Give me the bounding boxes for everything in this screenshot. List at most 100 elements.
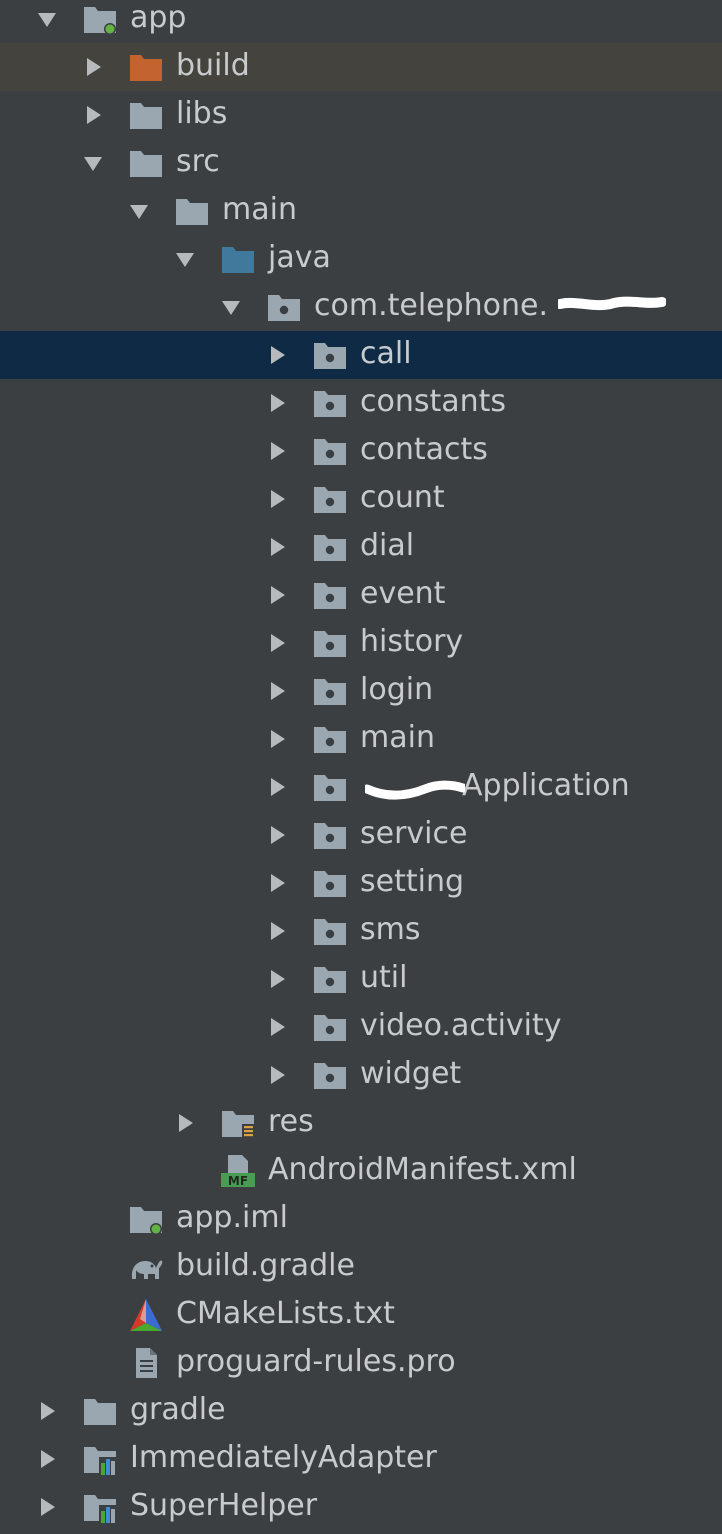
tree-node-proguard-rules-pro[interactable]: proguard-rules.pro [0,1339,722,1387]
text-file-icon [128,1345,164,1381]
folder-icon [174,193,210,229]
tree-node-sms[interactable]: sms [0,907,722,955]
tree-node-label: event [360,576,446,611]
tree-node-java[interactable]: java [0,235,722,283]
tree-node-label: sms [360,912,421,947]
tree-node-app[interactable]: app [0,0,722,43]
tree-node-count[interactable]: count [0,475,722,523]
tree-node-label: com.telephone. [314,288,549,323]
tree-node-label: res [268,1104,314,1139]
tree-node-video-activity[interactable]: video.activity [0,1003,722,1051]
tree-node-label: video.activity [360,1008,562,1043]
package-icon [312,529,348,565]
collapsed-arrow-icon[interactable] [264,486,290,512]
tree-node-label: call [360,336,412,371]
tree-node-label: main [222,192,297,227]
collapsed-arrow-icon[interactable] [264,630,290,656]
collapsed-arrow-icon[interactable] [34,1494,60,1520]
folder-icon [128,97,164,133]
tree-node-res[interactable]: res [0,1099,722,1147]
collapsed-arrow-icon[interactable] [264,726,290,752]
redaction-scribble [555,291,667,321]
collapsed-arrow-icon[interactable] [34,1446,60,1472]
tree-node-login[interactable]: login [0,667,722,715]
tree-node-widget[interactable]: widget [0,1051,722,1099]
tree-node-build[interactable]: build [0,43,722,91]
tree-node-label: src [176,144,220,179]
collapsed-arrow-icon[interactable] [264,774,290,800]
tree-node-androidmanifest-xml[interactable]: MF AndroidManifest.xml [0,1147,722,1195]
tree-node-label: dial [360,528,415,563]
collapsed-arrow-icon[interactable] [80,102,106,128]
folder-icon [82,1393,118,1429]
expanded-arrow-icon[interactable] [80,150,106,176]
tree-node-label: SuperHelper [130,1488,318,1523]
tree-node-label: AndroidManifest.xml [268,1152,577,1187]
tree-node-build-gradle[interactable]: build.gradle [0,1243,722,1291]
tree-node-label: proguard-rules.pro [176,1344,456,1379]
collapsed-arrow-icon[interactable] [264,1062,290,1088]
collapsed-arrow-icon[interactable] [264,822,290,848]
tree-node-event[interactable]: event [0,571,722,619]
tree-node-com-telephone[interactable]: com.telephone. [0,283,722,331]
collapsed-arrow-icon[interactable] [264,966,290,992]
collapsed-arrow-icon[interactable] [264,870,290,896]
package-icon [312,817,348,853]
collapsed-arrow-icon[interactable] [264,342,290,368]
collapsed-arrow-icon[interactable] [264,1014,290,1040]
tree-node-util[interactable]: util [0,955,722,1003]
folder-icon [128,145,164,181]
library-module-icon [82,1441,118,1477]
collapsed-arrow-icon[interactable] [264,582,290,608]
collapsed-arrow-icon[interactable] [264,678,290,704]
collapsed-arrow-icon[interactable] [264,438,290,464]
tree-node-libs[interactable]: libs [0,91,722,139]
tree-node-application[interactable]: Application [0,763,722,811]
tree-node-dial[interactable]: dial [0,523,722,571]
collapsed-arrow-icon[interactable] [172,1110,198,1136]
resource-folder-icon [220,1105,256,1141]
tree-node-setting[interactable]: setting [0,859,722,907]
tree-node-label: login [360,672,434,707]
package-icon [312,913,348,949]
package-icon [312,865,348,901]
tree-node-gradle[interactable]: gradle [0,1387,722,1435]
collapsed-arrow-icon[interactable] [264,534,290,560]
expanded-arrow-icon[interactable] [172,246,198,272]
expanded-arrow-icon[interactable] [34,6,60,32]
collapsed-arrow-icon[interactable] [264,390,290,416]
excluded-folder-icon [128,49,164,85]
cmake-icon [128,1297,164,1333]
tree-node-app-iml[interactable]: app.iml [0,1195,722,1243]
tree-node-src[interactable]: src [0,139,722,187]
tree-node-immediatelyadapter[interactable]: ImmediatelyAdapter [0,1435,722,1483]
tree-node-history[interactable]: history [0,619,722,667]
tree-node-service[interactable]: service [0,811,722,859]
tree-node-label: util [360,960,408,995]
tree-node-contacts[interactable]: contacts [0,427,722,475]
collapsed-arrow-icon[interactable] [80,54,106,80]
source-folder-icon [220,241,256,277]
collapsed-arrow-icon[interactable] [34,1398,60,1424]
tree-node-label: build.gradle [176,1248,355,1283]
tree-node-label: build [176,48,250,83]
library-module-icon [82,1489,118,1525]
package-icon [312,577,348,613]
package-icon [312,625,348,661]
tree-node-call[interactable]: call [0,331,722,379]
tree-node-main[interactable]: main [0,187,722,235]
collapsed-arrow-icon[interactable] [264,918,290,944]
tree-node-main[interactable]: main [0,715,722,763]
tree-node-label: service [360,816,468,851]
tree-node-label: gradle [130,1392,226,1427]
tree-node-constants[interactable]: constants [0,379,722,427]
tree-node-label: ImmediatelyAdapter [130,1440,437,1475]
tree-node-superhelper[interactable]: SuperHelper [0,1483,722,1531]
tree-node-cmakelists-txt[interactable]: CMakeLists.txt [0,1291,722,1339]
expanded-arrow-icon[interactable] [218,294,244,320]
tree-node-label: widget [360,1056,462,1091]
tree-node-label: history [360,624,464,659]
package-icon [266,289,302,325]
expanded-arrow-icon[interactable] [126,198,152,224]
tree-node-label: constants [360,384,507,419]
